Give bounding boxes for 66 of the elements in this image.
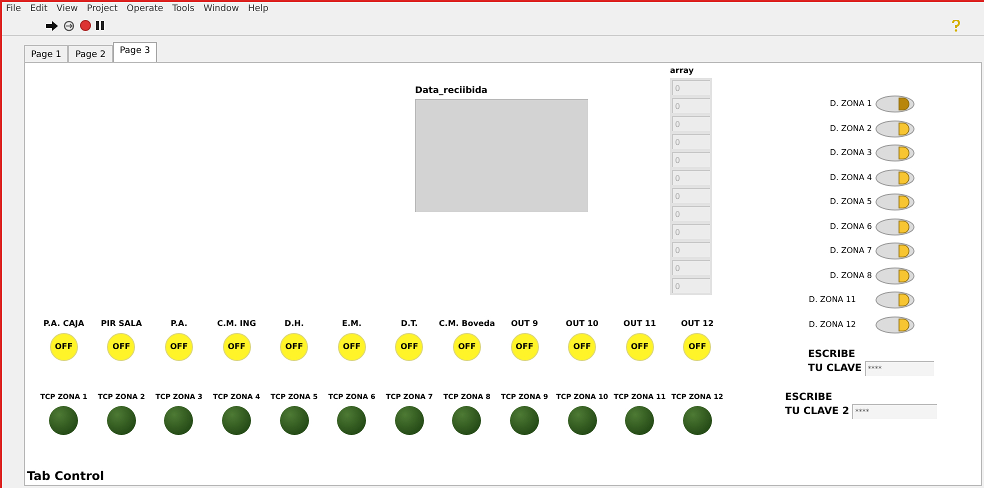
zone-label: D. ZONA 8 xyxy=(830,270,872,282)
zone-label: D. ZONA 7 xyxy=(830,245,872,257)
zone-label: D. ZONA 6 xyxy=(830,220,872,232)
zone-label: D. ZONA 3 xyxy=(830,147,872,159)
tab[interactable]: Page 1 xyxy=(24,45,68,62)
button-label: C.M. ING xyxy=(217,318,256,329)
boolean-button[interactable]: OFF xyxy=(107,333,136,361)
menu-item[interactable]: Help xyxy=(248,4,268,14)
button-label: D.T. xyxy=(400,318,418,329)
button-label: OUT 11 xyxy=(623,318,656,329)
zone-label: D. ZONA 11 xyxy=(808,294,856,306)
toggle-switch[interactable] xyxy=(875,316,915,334)
toggle-switch[interactable] xyxy=(875,266,915,284)
boolean-button[interactable]: OFF xyxy=(452,333,481,361)
toggle-switch[interactable] xyxy=(875,218,915,236)
boolean-button[interactable]: OFF xyxy=(280,333,308,361)
toggle-switch[interactable] xyxy=(875,193,915,211)
run-continuously-icon[interactable] xyxy=(63,20,75,32)
pause-icon[interactable] xyxy=(96,21,104,30)
menu-item[interactable]: Operate xyxy=(126,4,164,14)
boolean-button[interactable]: OFF xyxy=(683,333,712,361)
boolean-button[interactable]: OFF xyxy=(338,333,366,361)
stop-icon[interactable] xyxy=(80,20,91,31)
button-label: OUT 9 xyxy=(510,318,538,329)
boolean-button[interactable]: OFF xyxy=(395,333,424,361)
toggle-switch[interactable] xyxy=(875,168,915,186)
toggle-switch[interactable] xyxy=(875,291,915,309)
button-label: P.A. xyxy=(170,318,188,329)
password-label: ESCRIBE xyxy=(785,391,834,405)
array-label: array xyxy=(670,65,694,77)
password-label: TU CLAVE 2 xyxy=(785,405,850,419)
button-label: PIR SALA xyxy=(100,318,142,329)
zone-label: D. ZONA 12 xyxy=(808,318,856,330)
button-label: OUT 12 xyxy=(680,318,714,329)
toggle-switch[interactable] xyxy=(875,242,915,260)
button-label: D.H. xyxy=(284,318,304,329)
zone-label: D. ZONA 4 xyxy=(830,172,872,184)
tab-control-label: Tab Control xyxy=(27,468,104,485)
display-label: Data_reciibida xyxy=(415,85,488,98)
menu-item[interactable]: View xyxy=(56,4,78,14)
password-label: TU CLAVE xyxy=(808,362,862,376)
button-label: C.M. Boveda xyxy=(438,318,495,329)
toggle-switch[interactable] xyxy=(875,120,915,138)
button-label: P.A. CAJA xyxy=(43,318,84,329)
toggle-switch[interactable] xyxy=(875,95,915,113)
button-label: E.M. xyxy=(342,318,362,329)
boolean-button[interactable]: OFF xyxy=(50,333,78,361)
toggle-switch[interactable] xyxy=(875,144,915,162)
menu-item[interactable]: Tools xyxy=(172,4,194,14)
boolean-button[interactable]: OFF xyxy=(626,333,654,361)
tab[interactable]: Page 2 xyxy=(68,45,113,62)
zone-label: D. ZONA 1 xyxy=(830,98,872,110)
run-arrow-icon[interactable] xyxy=(46,20,58,30)
boolean-button[interactable]: OFF xyxy=(222,333,251,361)
menu-item[interactable]: Project xyxy=(86,4,118,14)
menu-item[interactable]: Edit xyxy=(30,4,48,14)
menu-item[interactable]: File xyxy=(6,4,22,14)
button-label: OUT 10 xyxy=(566,318,598,329)
zone-label: D. ZONA 5 xyxy=(830,196,872,208)
boolean-button[interactable]: OFF xyxy=(568,333,596,361)
boolean-button[interactable]: OFF xyxy=(510,333,539,361)
password-label: ESCRIBE xyxy=(808,348,856,362)
zone-label: D. ZONA 2 xyxy=(830,122,872,134)
boolean-button[interactable]: OFF xyxy=(164,333,193,361)
tab[interactable]: Page 3 xyxy=(112,42,158,62)
menu-item[interactable]: Window xyxy=(203,4,239,14)
